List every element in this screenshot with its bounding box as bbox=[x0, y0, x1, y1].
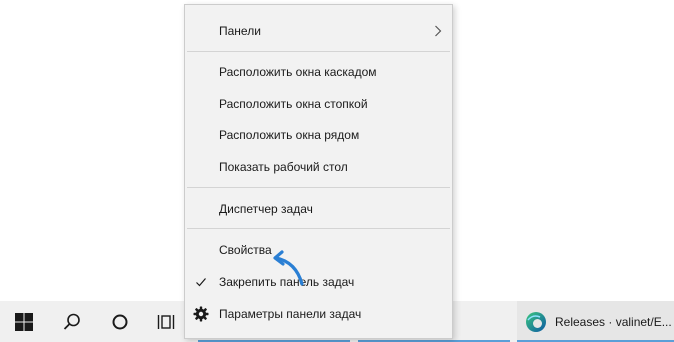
taskbar-context-menu: Панели Расположить окна каскадом Располо… bbox=[184, 4, 453, 339]
menu-item-task-manager[interactable]: Диспетчер задач bbox=[185, 194, 452, 224]
menu-item-label: Панели bbox=[219, 24, 261, 38]
checkmark-icon bbox=[193, 274, 209, 290]
annotation-arrow-icon bbox=[273, 250, 304, 286]
task-view-icon bbox=[157, 314, 175, 329]
start-icon bbox=[15, 312, 33, 331]
menu-separator bbox=[187, 187, 450, 188]
menu-item-label: Показать рабочий стол bbox=[219, 160, 348, 174]
start-button[interactable] bbox=[0, 301, 48, 342]
menu-item-taskbar-settings[interactable]: Параметры панели задач bbox=[185, 299, 452, 329]
menu-item-label: Расположить окна стопкой bbox=[219, 97, 368, 111]
cortana-icon bbox=[112, 314, 128, 329]
task-view-button[interactable] bbox=[142, 301, 190, 342]
menu-separator bbox=[187, 228, 450, 229]
menu-item-cascade[interactable]: Расположить окна каскадом bbox=[185, 57, 452, 87]
gear-icon bbox=[193, 306, 209, 322]
taskbar-app-edge[interactable]: Releases · valinet/E... bbox=[517, 301, 674, 342]
menu-item-show-desktop[interactable]: Показать рабочий стол bbox=[185, 152, 452, 182]
menu-item-lock-taskbar[interactable]: Закрепить панель задач bbox=[185, 267, 452, 297]
menu-item-properties[interactable]: Свойства bbox=[185, 235, 452, 265]
menu-item-label: Расположить окна каскадом bbox=[219, 65, 377, 79]
menu-item-label: Расположить окна рядом bbox=[219, 128, 360, 142]
menu-separator bbox=[187, 51, 450, 52]
menu-item-stack[interactable]: Расположить окна стопкой bbox=[185, 89, 452, 119]
search-button[interactable] bbox=[48, 301, 96, 342]
search-icon bbox=[63, 313, 80, 330]
menu-item-label: Свойства bbox=[219, 243, 272, 257]
menu-item-label: Параметры панели задач bbox=[219, 307, 362, 321]
menu-item-label: Диспетчер задач bbox=[219, 202, 313, 216]
cortana-button[interactable] bbox=[96, 301, 144, 342]
menu-item-panels[interactable]: Панели bbox=[185, 16, 452, 46]
taskbar-app-label: Releases · valinet/E... bbox=[555, 314, 672, 329]
edge-icon bbox=[526, 311, 546, 332]
chevron-right-icon bbox=[435, 25, 442, 37]
menu-item-side-by-side[interactable]: Расположить окна рядом bbox=[185, 120, 452, 150]
